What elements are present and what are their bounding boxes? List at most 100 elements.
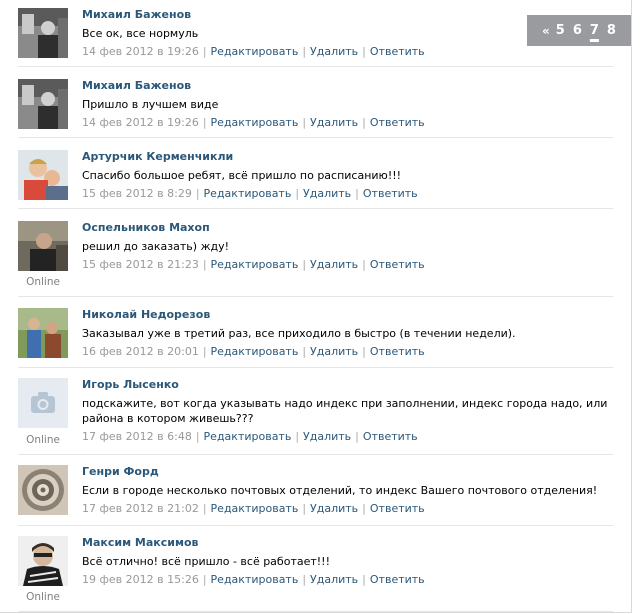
avatar[interactable] xyxy=(18,378,68,428)
separator: | xyxy=(362,502,366,515)
comment-date: 19 фев 2012 в 15:26 xyxy=(82,573,199,586)
comment-date: 15 фев 2012 в 8:29 xyxy=(82,187,192,200)
comments-panel: Михаил Баженов Все ок, все нормуль 14 фе… xyxy=(0,0,632,613)
author-link[interactable]: Генри Форд xyxy=(82,465,617,479)
edit-link[interactable]: Редактировать xyxy=(211,573,299,586)
delete-link[interactable]: Удалить xyxy=(310,502,358,515)
online-status: Online xyxy=(26,434,60,446)
comment-meta: 15 фев 2012 в 8:29 | Редактировать | Удалить… xyxy=(82,187,617,201)
author-link[interactable]: Артурчик Керменчикли xyxy=(82,150,617,164)
comment-text: решил до заказать) жду! xyxy=(82,240,230,253)
separator: | xyxy=(202,573,207,586)
separator: | xyxy=(362,345,366,358)
separator: | xyxy=(195,187,200,200)
reply-link[interactable]: Ответить xyxy=(370,573,425,586)
avatar[interactable] xyxy=(18,465,68,515)
divider xyxy=(18,137,613,138)
reply-link[interactable]: Ответить xyxy=(370,116,425,129)
comment-meta: 17 фев 2012 в 6:48 | Редактировать | Удалить… xyxy=(82,430,617,444)
author-link[interactable]: Оспельников Махоп xyxy=(82,221,617,235)
separator: | xyxy=(195,430,200,443)
avatar[interactable] xyxy=(18,308,68,358)
comment-text: Пришло в лучшем виде xyxy=(82,98,219,111)
comment-meta: 15 фев 2012 в 21:23 | Редактировать | Удалит… xyxy=(82,258,617,272)
divider xyxy=(18,367,613,368)
reply-link[interactable]: Ответить xyxy=(370,502,425,515)
divider xyxy=(18,66,613,67)
pagination-page-5[interactable]: 5 xyxy=(556,23,565,38)
pagination-page-8[interactable]: 8 xyxy=(607,23,616,38)
online-status: Online xyxy=(26,276,60,288)
author-link[interactable]: Максим Максимов xyxy=(82,536,617,550)
avatar[interactable] xyxy=(18,536,68,586)
edit-link[interactable]: Редактировать xyxy=(211,502,299,515)
comment-meta: 17 фев 2012 в 21:02 | Редактировать | Удалит… xyxy=(82,502,617,516)
comment-text: Если в городе несколько почтовых отделен… xyxy=(82,484,598,497)
pagination-page-6[interactable]: 6 xyxy=(573,23,582,38)
comment-text: Всё отлично! всё пришло - всё работает!!… xyxy=(82,555,330,568)
comment-meta: 16 фев 2012 в 20:01 | Редактировать | Удалит… xyxy=(82,345,617,359)
separator: | xyxy=(355,430,359,443)
comment-date: 14 фев 2012 в 19:26 xyxy=(82,116,199,129)
separator: | xyxy=(295,430,300,443)
separator: | xyxy=(302,502,307,515)
separator: | xyxy=(362,116,366,129)
edit-link[interactable]: Редактировать xyxy=(211,116,299,129)
pagination-prev[interactable]: « xyxy=(542,24,550,38)
comment-date: 14 фев 2012 в 19:26 xyxy=(82,45,199,58)
separator: | xyxy=(202,502,207,515)
comment-text: Заказывал уже в третий раз, все приходил… xyxy=(82,327,516,340)
author-link[interactable]: Игорь Лысенко xyxy=(82,378,617,392)
author-link[interactable]: Николай Недорезов xyxy=(82,308,617,322)
delete-link[interactable]: Удалить xyxy=(310,45,358,58)
separator: | xyxy=(302,45,307,58)
delete-link[interactable]: Удалить xyxy=(303,187,351,200)
avatar[interactable] xyxy=(18,79,68,129)
comment-date: 17 фев 2012 в 6:48 xyxy=(82,430,192,443)
separator: | xyxy=(302,345,307,358)
divider xyxy=(18,611,613,612)
pagination-page-current: 7 xyxy=(589,23,599,38)
comment-text: Спасибо большое ребят, всё пришло по рас… xyxy=(82,169,402,182)
delete-link[interactable]: Удалить xyxy=(310,258,358,271)
comment-date: 15 фев 2012 в 21:23 xyxy=(82,258,199,271)
delete-link[interactable]: Удалить xyxy=(303,430,351,443)
avatar[interactable] xyxy=(18,150,68,200)
divider xyxy=(18,296,613,297)
edit-link[interactable]: Редактировать xyxy=(204,187,292,200)
separator: | xyxy=(355,187,359,200)
author-link[interactable]: Михаил Баженов xyxy=(82,79,617,93)
edit-link[interactable]: Редактировать xyxy=(211,45,299,58)
delete-link[interactable]: Удалить xyxy=(310,573,358,586)
reply-link[interactable]: Ответить xyxy=(370,345,425,358)
separator: | xyxy=(202,45,207,58)
online-status: Online xyxy=(26,591,60,603)
comment-date: 16 фев 2012 в 20:01 xyxy=(82,345,199,358)
divider xyxy=(18,454,613,455)
avatar[interactable] xyxy=(18,8,68,58)
reply-link[interactable]: Ответить xyxy=(363,187,418,200)
reply-link[interactable]: Ответить xyxy=(370,45,425,58)
separator: | xyxy=(202,116,207,129)
reply-link[interactable]: Ответить xyxy=(370,258,425,271)
delete-link[interactable]: Удалить xyxy=(310,116,358,129)
avatar[interactable] xyxy=(18,221,68,271)
separator: | xyxy=(362,573,366,586)
separator: | xyxy=(362,258,366,271)
edit-link[interactable]: Редактировать xyxy=(211,258,299,271)
edit-link[interactable]: Редактировать xyxy=(211,345,299,358)
comment-date: 17 фев 2012 в 21:02 xyxy=(82,502,199,515)
divider xyxy=(18,208,613,209)
separator: | xyxy=(202,345,207,358)
divider xyxy=(18,525,613,526)
separator: | xyxy=(302,258,307,271)
separator: | xyxy=(295,187,300,200)
delete-link[interactable]: Удалить xyxy=(310,345,358,358)
edit-link[interactable]: Редактировать xyxy=(204,430,292,443)
comment-text: подскажите, вот когда указывать надо инд… xyxy=(82,397,608,425)
reply-link[interactable]: Ответить xyxy=(363,430,418,443)
separator: | xyxy=(362,45,366,58)
separator: | xyxy=(202,258,207,271)
separator: | xyxy=(302,573,307,586)
pagination: « 5 6 7 8 xyxy=(527,15,631,46)
